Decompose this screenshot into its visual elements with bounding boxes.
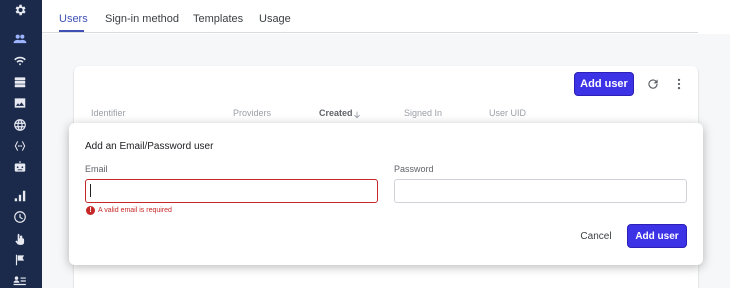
column-header-created[interactable]: Created xyxy=(319,108,353,118)
cancel-button[interactable]: Cancel xyxy=(574,228,618,244)
tab-sign-in-method[interactable]: Sign-in method xyxy=(105,13,179,25)
dialog-add-user-button[interactable]: Add user xyxy=(627,224,687,248)
tab-bar: Users Sign-in method Templates Usage xyxy=(42,0,730,34)
email-field[interactable] xyxy=(85,179,378,203)
functions-icon[interactable] xyxy=(12,138,28,154)
list-icon[interactable] xyxy=(12,273,28,288)
password-field[interactable] xyxy=(394,179,687,203)
password-label: Password xyxy=(394,164,434,174)
tab-templates[interactable]: Templates xyxy=(193,13,243,25)
active-tab-indicator xyxy=(59,30,84,32)
text-caret xyxy=(90,184,91,197)
email-label: Email xyxy=(85,164,108,174)
tab-usage[interactable]: Usage xyxy=(259,13,291,25)
history-icon[interactable] xyxy=(12,209,28,225)
column-header-user-uid[interactable]: User UID xyxy=(489,108,526,118)
storage-icon[interactable] xyxy=(12,74,28,90)
arrow-down-icon[interactable] xyxy=(352,107,362,119)
more-vert-icon[interactable] xyxy=(671,76,687,92)
realtime-icon[interactable] xyxy=(12,53,28,69)
email-error-message: A valid email is required xyxy=(98,207,172,214)
users-icon[interactable] xyxy=(12,31,28,47)
tabs-divider xyxy=(42,32,698,33)
refresh-icon[interactable] xyxy=(645,76,661,92)
error-icon: ! xyxy=(86,206,95,215)
column-header-identifier[interactable]: Identifier xyxy=(91,108,126,118)
add-user-button[interactable]: Add user xyxy=(574,72,634,96)
analytics-icon[interactable] xyxy=(12,188,28,204)
column-header-signed-in[interactable]: Signed In xyxy=(404,108,442,118)
touch-icon[interactable] xyxy=(12,231,28,247)
column-header-providers[interactable]: Providers xyxy=(233,108,271,118)
hosting-icon[interactable] xyxy=(12,95,28,111)
dialog-title: Add an Email/Password user xyxy=(85,141,214,152)
left-nav-rail xyxy=(0,0,42,288)
web-icon[interactable] xyxy=(12,117,28,133)
tab-users[interactable]: Users xyxy=(59,13,88,25)
settings-icon[interactable] xyxy=(12,2,28,18)
ml-icon[interactable] xyxy=(12,159,28,175)
flag-icon[interactable] xyxy=(12,252,28,268)
